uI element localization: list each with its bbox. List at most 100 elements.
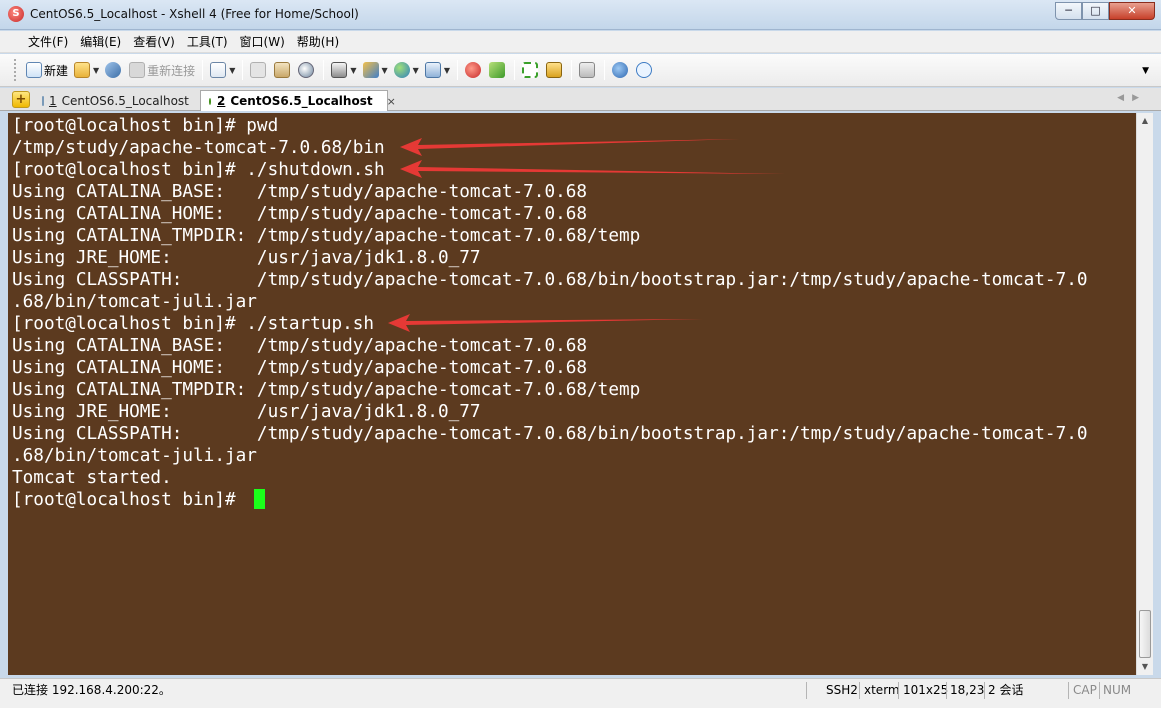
add-tab-button[interactable]: +	[12, 91, 30, 108]
scroll-up-arrow-icon[interactable]: ▲	[1137, 113, 1153, 129]
terminal-cursor	[254, 489, 265, 509]
help-icon	[611, 62, 628, 78]
new-session-icon	[26, 62, 42, 78]
window-controls: ─ □ ✕	[1055, 2, 1155, 20]
print-button[interactable]: ▼	[328, 58, 359, 82]
num-lock-indicator: NUM	[1103, 683, 1132, 697]
terminal-line: [root@localhost bin]#	[12, 490, 247, 510]
close-tab-icon[interactable]: ×	[387, 95, 396, 108]
annotation-arrow	[388, 314, 703, 332]
toolbar-divider	[513, 60, 515, 80]
terminal-line: Using CLASSPATH: /tmp/study/apache-tomca…	[12, 270, 1088, 290]
transfer-icon	[362, 62, 379, 78]
find-button[interactable]	[295, 58, 319, 82]
terminal-line: Using CLASSPATH: /tmp/study/apache-tomca…	[12, 424, 1088, 444]
status-bar: 已连接 192.168.4.200:22。 SSH2 xterm 101x25 …	[0, 678, 1161, 708]
cursor-position-status: 18,23	[950, 683, 985, 697]
session-count-status: 2 会话	[988, 683, 1024, 697]
tab-number: 2	[217, 94, 226, 108]
chevron-down-icon: ▼	[350, 65, 357, 75]
terminal-line: Using JRE_HOME: /usr/java/jdk1.8.0_77	[12, 248, 481, 268]
reconnect-icon	[129, 62, 146, 78]
terminal-line: Using CATALINA_BASE: /tmp/study/apache-t…	[12, 336, 588, 356]
terminal-line: Using JRE_HOME: /usr/java/jdk1.8.0_77	[12, 402, 481, 422]
minimize-button[interactable]: ─	[1055, 2, 1082, 20]
status-divider	[1068, 682, 1069, 699]
xftp-button[interactable]	[462, 58, 486, 82]
toolbar-divider	[570, 60, 572, 80]
tab-label: CentOS6.5_Localhost	[230, 94, 373, 108]
status-divider	[984, 682, 985, 699]
menu-file[interactable]: 文件(F)	[22, 33, 74, 50]
compose-button[interactable]	[486, 58, 510, 82]
toolbar: 新建 ▼ 重新连接 ▼ ▼ ▼ ▼ ▼ ▼	[0, 54, 1161, 87]
keyboard-icon	[578, 62, 595, 78]
font-button[interactable]: ▼	[422, 58, 453, 82]
copy-button[interactable]	[247, 58, 271, 82]
tab-label: CentOS6.5_Localhost	[61, 93, 189, 108]
new-session-button[interactable]: 新建	[23, 58, 71, 82]
annotation-arrow	[400, 138, 740, 156]
properties-button[interactable]: ▼	[207, 58, 238, 82]
protocol-status: SSH2	[826, 683, 858, 697]
keyboard-button[interactable]	[576, 58, 600, 82]
terminal-line: [root@localhost bin]# ./shutdown.sh	[12, 160, 385, 180]
tab-session-1[interactable]: 1 CentOS6.5_Localhost	[34, 90, 196, 111]
paste-button[interactable]	[271, 58, 295, 82]
compose-icon	[488, 62, 505, 78]
terminal-line: Using CATALINA_TMPDIR: /tmp/study/apache…	[12, 380, 641, 400]
chevron-down-icon: ▼	[381, 65, 388, 75]
terminal-line: .68/bin/tomcat-juli.jar	[12, 292, 257, 312]
maximize-button[interactable]: □	[1082, 2, 1109, 20]
menu-tools[interactable]: 工具(T)	[181, 33, 234, 50]
close-button[interactable]: ✕	[1109, 2, 1155, 20]
menu-window[interactable]: 窗口(W)	[234, 33, 291, 50]
xftp-icon	[464, 62, 481, 78]
toolbar-divider	[242, 60, 244, 80]
scroll-thumb[interactable]	[1139, 610, 1151, 658]
help-button[interactable]	[609, 58, 633, 82]
chevron-down-icon: ▼	[229, 65, 236, 75]
terminal-size-status: 101x25	[903, 683, 949, 697]
terminal-line: Using CATALINA_HOME: /tmp/study/apache-t…	[12, 204, 588, 224]
chat-button[interactable]	[633, 58, 657, 82]
toolbar-divider	[456, 60, 458, 80]
session-icon	[42, 95, 44, 106]
font-icon	[424, 62, 441, 78]
caps-lock-indicator: CAP	[1073, 683, 1097, 697]
status-divider	[898, 682, 899, 699]
menu-view[interactable]: 查看(V)	[127, 33, 181, 50]
menu-bar: 文件(F) 编辑(E) 查看(V) 工具(T) 窗口(W) 帮助(H)	[0, 31, 1161, 53]
toolbar-overflow-icon[interactable]: ▼	[1142, 66, 1149, 76]
status-divider	[859, 682, 860, 699]
menu-help[interactable]: 帮助(H)	[291, 33, 345, 50]
reconnect-button[interactable]: 重新连接	[126, 58, 198, 82]
terminal-type-status: xterm	[864, 683, 900, 697]
globe-button[interactable]: ▼	[391, 58, 422, 82]
folder-icon	[74, 62, 91, 78]
toolbar-grip[interactable]	[14, 59, 17, 81]
annotation-arrow	[400, 160, 785, 178]
tab-scroll-arrows[interactable]: ◀▶	[1117, 93, 1147, 103]
terminal-line: .68/bin/tomcat-juli.jar	[12, 446, 257, 466]
terminal-line: [root@localhost bin]# ./startup.sh	[12, 314, 375, 334]
transfer-button[interactable]: ▼	[360, 58, 391, 82]
toolbar-divider	[603, 60, 605, 80]
xshell-app-icon[interactable]: S	[8, 6, 24, 22]
speech-bubble-icon	[635, 62, 652, 78]
chevron-down-icon: ▼	[412, 65, 419, 75]
scroll-down-arrow-icon[interactable]: ▼	[1137, 659, 1153, 675]
connect-button[interactable]	[102, 58, 126, 82]
tab-session-2[interactable]: 2 CentOS6.5_Localhost ×	[200, 90, 396, 111]
lock-button[interactable]	[543, 58, 567, 82]
status-divider	[1099, 682, 1100, 699]
terminal-area[interactable]: [root@localhost bin]# pwd /tmp/study/apa…	[8, 113, 1136, 675]
fullscreen-button[interactable]	[519, 58, 543, 82]
connect-icon	[105, 62, 122, 78]
connection-status: 已连接 192.168.4.200:22。	[12, 683, 171, 697]
toolbar-divider	[323, 60, 325, 80]
terminal-line: Using CATALINA_BASE: /tmp/study/apache-t…	[12, 182, 588, 202]
menu-edit[interactable]: 编辑(E)	[74, 33, 127, 50]
open-folder-button[interactable]: ▼	[71, 58, 102, 82]
terminal-scrollbar[interactable]: ▲ ▼	[1136, 113, 1153, 675]
